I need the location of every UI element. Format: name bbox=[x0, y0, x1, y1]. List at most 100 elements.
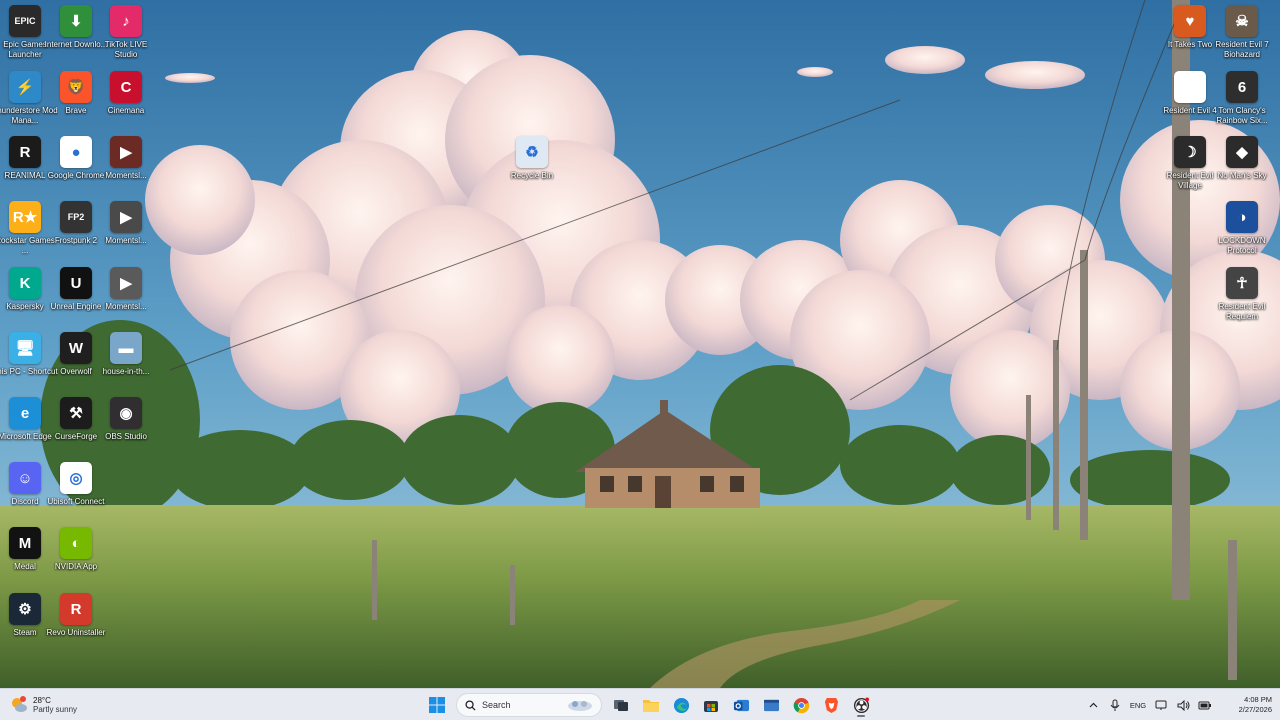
resident-evil-village-icon: ☽ bbox=[1174, 136, 1206, 168]
desktop-icon[interactable]: ☠ Resident Evil 7 Biohazard bbox=[1210, 0, 1274, 64]
obs-studio-icon bbox=[853, 696, 869, 713]
brave-button[interactable] bbox=[818, 692, 844, 718]
desktop-icon[interactable]: ◑ LOCKDOWN Protocol bbox=[1210, 196, 1274, 260]
desktop-icon[interactable]: ♻ Recycle Bin bbox=[500, 131, 564, 195]
desktop-icon-label: Momentsl... bbox=[105, 171, 147, 180]
lockdown-protocol-icon: ◑ bbox=[1226, 201, 1258, 233]
desktop-icon[interactable]: C Cinemana bbox=[94, 66, 158, 130]
folder-icon bbox=[643, 700, 659, 712]
chrome-button[interactable] bbox=[788, 692, 814, 718]
weather-widget[interactable]: 28°C Partly sunny bbox=[10, 693, 77, 717]
recycle-bin-icon: ♻ bbox=[516, 136, 548, 168]
moments-video-icon: ▶ bbox=[110, 267, 142, 299]
this-pc-icon: 🖥 bbox=[9, 332, 41, 364]
epic-games-icon: EPIC bbox=[9, 5, 41, 37]
battery-button[interactable] bbox=[1195, 695, 1215, 715]
edge-button[interactable] bbox=[668, 692, 694, 718]
outlook-button[interactable] bbox=[728, 692, 754, 718]
desktop-icon-label: NVIDIA App bbox=[54, 562, 98, 571]
language-indicator[interactable]: ENG bbox=[1127, 695, 1149, 715]
desktop-icon[interactable]: 6 Tom Clancy's Rainbow Six... bbox=[1210, 66, 1274, 130]
clock-date: 2/27/2026 bbox=[1238, 705, 1272, 714]
taskbar: 28°C Partly sunny Search ENG 4:08 PM 2/2… bbox=[0, 688, 1280, 720]
windows-icon bbox=[429, 697, 445, 713]
file-icon bbox=[1174, 71, 1206, 103]
volume-button[interactable] bbox=[1173, 695, 1193, 715]
desktop-icon-label: No Man's Sky bbox=[1217, 171, 1267, 180]
curseforge-icon: ⚒ bbox=[60, 397, 92, 429]
thunderstore-icon: ⚡ bbox=[9, 71, 41, 103]
edge-icon: e bbox=[9, 397, 41, 429]
microphone-icon bbox=[1110, 699, 1120, 711]
clock-time: 4:08 PM bbox=[1244, 695, 1272, 704]
taskbar-search[interactable]: Search bbox=[456, 693, 602, 717]
volume-icon bbox=[1177, 699, 1189, 711]
brave-icon: 🦁 bbox=[60, 71, 92, 103]
desktop-icon-label: Tom Clancy's Rainbow Six... bbox=[1216, 106, 1268, 125]
desktop-icon[interactable]: ♪ TikTok LIVE Studio bbox=[94, 0, 158, 64]
reanimal-icon: R bbox=[9, 136, 41, 168]
image-file-icon: ▬ bbox=[110, 332, 142, 364]
desktop-icon-label: TikTok LIVE Studio bbox=[104, 40, 148, 59]
partly-sunny-icon bbox=[10, 696, 28, 714]
it-takes-two-icon: ♥ bbox=[1174, 5, 1206, 37]
desktop-icon[interactable]: ◉ OBS Studio bbox=[94, 392, 158, 456]
obs-button[interactable] bbox=[848, 692, 874, 718]
cinemana-icon: C bbox=[110, 71, 142, 103]
outlook-icon bbox=[733, 699, 749, 711]
moments-video-icon: ▶ bbox=[110, 136, 142, 168]
app-window-button[interactable] bbox=[758, 692, 784, 718]
show-hidden-icons-button[interactable] bbox=[1083, 695, 1103, 715]
unreal-engine-icon: U bbox=[60, 267, 92, 299]
desktop-icon[interactable]: ☥ Resident Evil Requiem bbox=[1210, 262, 1274, 326]
overwolf-icon: W bbox=[60, 332, 92, 364]
file-explorer-button[interactable] bbox=[638, 692, 664, 718]
desktop-icon[interactable]: ▶ Momentsl... bbox=[94, 196, 158, 260]
desktop-icon[interactable]: ◎ Ubisoft Connect bbox=[44, 457, 108, 521]
desktop-icon[interactable]: ◆ No Man's Sky bbox=[1210, 131, 1274, 195]
desktop-wallpaper bbox=[0, 0, 1280, 688]
store-icon bbox=[704, 701, 718, 712]
medal-icon: M bbox=[9, 527, 41, 559]
desktop-icon-label: Revo Uninstaller bbox=[46, 628, 106, 637]
desktop-icon[interactable]: ▶ Momentsl... bbox=[94, 131, 158, 195]
revo-uninstaller-icon: R bbox=[60, 593, 92, 625]
search-icon bbox=[465, 699, 476, 711]
desktop-icon-label: house-in-th... bbox=[102, 367, 150, 376]
rockstar-games-icon: R★ bbox=[9, 201, 41, 233]
desktop-icon-label: Cinemana bbox=[107, 106, 145, 115]
desktop-icon-label: Resident Evil 7 Biohazard bbox=[1215, 40, 1269, 59]
task-view-button[interactable] bbox=[608, 692, 634, 718]
moments-video-icon: ▶ bbox=[110, 201, 142, 233]
no-mans-sky-icon: ◆ bbox=[1226, 136, 1258, 168]
network-button[interactable] bbox=[1151, 695, 1171, 715]
store-button[interactable] bbox=[698, 692, 724, 718]
weather-temperature: 28°C bbox=[33, 695, 51, 705]
search-highlight-icon bbox=[568, 701, 592, 711]
desktop-icon-label: OBS Studio bbox=[105, 432, 147, 441]
frostpunk-icon: FP2 bbox=[60, 201, 92, 233]
nvidia-app-icon: ◐ bbox=[60, 527, 92, 559]
chrome-icon bbox=[793, 697, 809, 713]
task-view-icon bbox=[614, 700, 628, 711]
desktop-icon-label: Momentsl... bbox=[105, 302, 147, 311]
resident-evil-requiem-icon: ☥ bbox=[1226, 267, 1258, 299]
taskbar-clock[interactable]: 4:08 PM 2/27/2026 bbox=[1216, 695, 1280, 715]
microphone-button[interactable] bbox=[1105, 695, 1125, 715]
desktop-icon-label: Recycle Bin bbox=[510, 171, 554, 180]
brave-icon bbox=[824, 697, 838, 713]
system-tray: ENG 4:08 PM 2/27/2026 bbox=[1082, 689, 1280, 720]
desktop-icon[interactable]: ◐ NVIDIA App bbox=[44, 522, 108, 586]
search-placeholder: Search bbox=[482, 700, 511, 710]
discord-icon: ☺ bbox=[9, 462, 41, 494]
edge-icon bbox=[673, 697, 689, 713]
app-window-icon bbox=[763, 699, 779, 711]
desktop-icon-label: Momentsl... bbox=[105, 236, 147, 245]
start-button[interactable] bbox=[424, 692, 450, 718]
desktop-icon[interactable]: ▶ Momentsl... bbox=[94, 262, 158, 326]
desktop-icon[interactable]: ▬ house-in-th... bbox=[94, 327, 158, 391]
resident-evil-7-icon: ☠ bbox=[1226, 5, 1258, 37]
desktop-icon[interactable]: R Revo Uninstaller bbox=[44, 588, 108, 652]
weather-condition: Partly sunny bbox=[33, 704, 78, 714]
rainbow-six-icon: 6 bbox=[1226, 71, 1258, 103]
